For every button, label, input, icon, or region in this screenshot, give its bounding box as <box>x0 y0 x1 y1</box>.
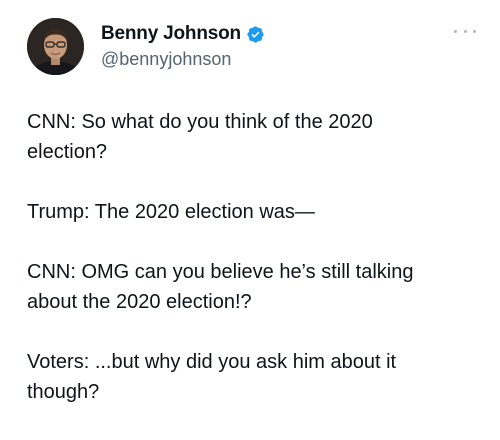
more-dot <box>463 29 467 33</box>
tweet-text: CNN: So what do you think of the 2020 el… <box>27 107 477 407</box>
tweet-paragraph: CNN: OMG can you believe he’s still talk… <box>27 261 414 313</box>
author-display-name[interactable]: Benny Johnson <box>101 23 241 45</box>
author-handle[interactable]: @bennyjohnson <box>101 49 231 70</box>
more-dot <box>454 29 457 33</box>
tweet-paragraph: CNN: So what do you think of the 2020 el… <box>27 111 373 163</box>
tweet-paragraph: Trump: The 2020 election was— <box>27 201 315 223</box>
avatar[interactable] <box>27 18 84 75</box>
more-options-icon[interactable] <box>454 24 476 38</box>
avatar-image <box>27 18 84 75</box>
verified-badge-icon <box>246 25 265 44</box>
tweet-card: Benny Johnson @bennyjohnson CNN: So what… <box>0 0 500 440</box>
tweet-paragraph: Voters: ...but why did you ask him about… <box>27 351 397 403</box>
more-dot <box>473 29 476 33</box>
author-name-row: Benny Johnson <box>101 22 265 46</box>
